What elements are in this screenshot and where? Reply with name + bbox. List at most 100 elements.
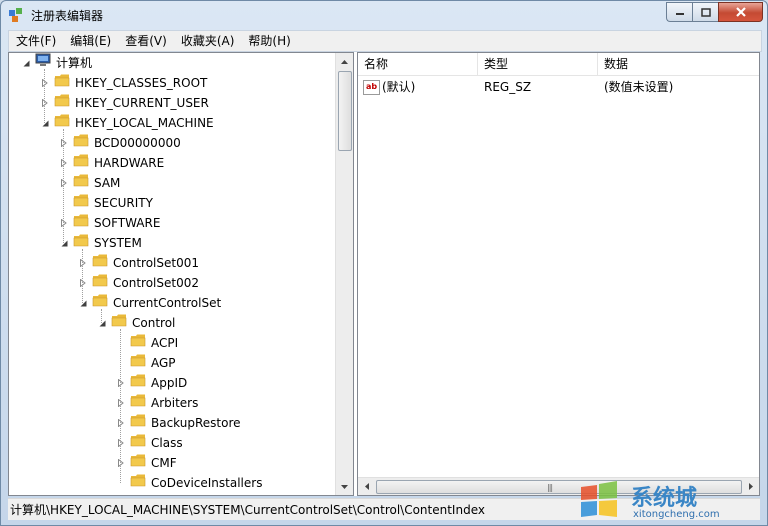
folder-icon [130, 393, 151, 413]
tree-node-hkey-classes-root[interactable]: HKEY_CLASSES_ROOT [40, 73, 207, 93]
tree-node-label: HKEY_LOCAL_MACHINE [75, 116, 214, 130]
tree-guide-line [82, 249, 83, 303]
maximize-icon [700, 7, 711, 17]
value-name-cell: ab (默认) [363, 77, 415, 97]
scroll-down-button[interactable] [336, 478, 353, 495]
tree-node-software[interactable]: SOFTWARE [59, 213, 160, 233]
window-title: 注册表编辑器 [31, 9, 104, 23]
watermark-logo: 系统城 xitongcheng.com [573, 477, 763, 521]
folder-icon [73, 133, 94, 153]
folder-icon [73, 213, 94, 233]
tree-node-bcd00000000[interactable]: BCD00000000 [59, 133, 181, 153]
folder-icon [130, 473, 151, 493]
tree-node-controlset002[interactable]: ControlSet002 [78, 273, 199, 293]
collapse-arrow-icon[interactable] [97, 318, 107, 328]
collapse-arrow-icon[interactable] [78, 298, 88, 308]
expand-arrow-icon[interactable] [116, 398, 126, 408]
string-value-icon: ab [363, 80, 380, 95]
value-row[interactable]: ab (默认) REG_SZ (数值未设置) [358, 77, 759, 97]
folder-icon [130, 413, 151, 433]
expand-arrow-icon[interactable] [116, 458, 126, 468]
tree-node-label: HKEY_CURRENT_USER [75, 96, 209, 110]
tree-leaf-connector [116, 338, 126, 348]
tree-node-codeviceinstallers[interactable]: CoDeviceInstallers [116, 473, 262, 493]
tree-node-control[interactable]: Control [97, 313, 175, 333]
tree-node-label: SECURITY [94, 196, 153, 210]
computer-icon [35, 53, 56, 73]
tree-node-currentcontrolset[interactable]: CurrentControlSet [78, 293, 221, 313]
tree-node-hardware[interactable]: HARDWARE [59, 153, 164, 173]
expand-arrow-icon[interactable] [59, 218, 69, 228]
value-data: (数值未设置) [604, 80, 674, 94]
tree-scroll-thumb[interactable] [338, 71, 352, 151]
menu-view[interactable]: 查看(V) [118, 32, 174, 50]
expand-arrow-icon[interactable] [116, 418, 126, 428]
menu-edit[interactable]: 编辑(E) [63, 32, 118, 50]
minimize-icon [675, 13, 684, 15]
expand-arrow-icon[interactable] [59, 158, 69, 168]
expand-arrow-icon[interactable] [78, 258, 88, 268]
expand-arrow-icon[interactable] [59, 178, 69, 188]
tree-node-hkey-local-machine[interactable]: HKEY_LOCAL_MACHINE [40, 113, 214, 133]
expand-arrow-icon[interactable] [116, 378, 126, 388]
scroll-left-button[interactable] [358, 478, 375, 495]
tree-guide-line [44, 69, 45, 123]
value-name: (默认) [382, 80, 416, 94]
column-header-data[interactable]: 数据 [598, 53, 759, 75]
tree-node-appid[interactable]: AppID [116, 373, 187, 393]
tree-node-agp[interactable]: AGP [116, 353, 176, 373]
tree-node-controlset001[interactable]: ControlSet001 [78, 253, 199, 273]
tree-node-label: AGP [151, 356, 176, 370]
folder-icon [73, 193, 94, 213]
values-list: 名称 类型 数据 ab (默认) REG_SZ (数值未设置) ||| [357, 52, 760, 496]
collapse-arrow-icon[interactable] [40, 118, 50, 128]
expand-arrow-icon[interactable] [116, 438, 126, 448]
tree-node-hkey-current-user[interactable]: HKEY_CURRENT_USER [40, 93, 209, 113]
scroll-up-arrow-icon [341, 59, 348, 64]
menu-favorites[interactable]: 收藏夹(A) [174, 32, 242, 50]
tree-node-computer[interactable]: 计算机 [21, 53, 92, 73]
tree-node-acpi[interactable]: ACPI [116, 333, 178, 353]
folder-icon [73, 153, 94, 173]
watermark-brand: 系统城 [631, 485, 697, 511]
tree-node-label: HKEY_CLASSES_ROOT [75, 76, 208, 90]
registry-editor-window: 注册表编辑器 文件(F) 编辑(E) 查看(V) 收藏夹(A) 帮助(H) 计算… [0, 0, 768, 526]
tree-node-sam[interactable]: SAM [59, 173, 120, 193]
tree-node-label: 计算机 [56, 56, 93, 70]
client-area: 计算机 HKEY_CLASSES_ROOT HKEY_CURRENT_USER HKE… [8, 52, 760, 496]
collapse-arrow-icon[interactable] [21, 58, 31, 68]
tree-node-arbiters[interactable]: Arbiters [116, 393, 198, 413]
folder-icon [92, 253, 113, 273]
tree-node-system[interactable]: SYSTEM [59, 233, 142, 253]
tree-node-label: ControlSet002 [113, 276, 199, 290]
menu-file[interactable]: 文件(F) [9, 32, 63, 50]
tree-node-label: CurrentControlSet [113, 296, 222, 310]
expand-arrow-icon[interactable] [40, 78, 50, 88]
expand-arrow-icon[interactable] [78, 278, 88, 288]
scroll-up-button[interactable] [336, 53, 353, 70]
maximize-button[interactable] [692, 2, 718, 22]
column-header-type[interactable]: 类型 [478, 53, 598, 75]
tree-node-label: ControlSet001 [113, 256, 199, 270]
watermark-emblem: 系统城 xitongcheng.com [581, 481, 720, 520]
tree-node-backuprestore[interactable]: BackupRestore [116, 413, 241, 433]
tree-leaf-connector [116, 478, 126, 488]
tree-leaf-connector [116, 358, 126, 368]
collapse-arrow-icon[interactable] [59, 238, 69, 248]
tree-node-label: SYSTEM [94, 236, 142, 250]
minimize-button[interactable] [666, 2, 692, 22]
tree-node-cmf[interactable]: CMF [116, 453, 177, 473]
tree-node-class[interactable]: Class [116, 433, 183, 453]
column-header-name[interactable]: 名称 [358, 53, 478, 75]
tree-node-label: CoDeviceInstallers [151, 476, 263, 490]
menu-help[interactable]: 帮助(H) [241, 32, 297, 50]
close-button[interactable] [718, 2, 763, 22]
tree-vertical-scrollbar[interactable] [335, 53, 353, 495]
folder-icon [73, 173, 94, 193]
title-bar[interactable]: 注册表编辑器 [1, 1, 767, 29]
tree-node-security[interactable]: SECURITY [59, 193, 153, 213]
folder-icon [130, 373, 151, 393]
expand-arrow-icon[interactable] [40, 98, 50, 108]
expand-arrow-icon[interactable] [59, 138, 69, 148]
watermark-url: xitongcheng.com [633, 509, 720, 520]
